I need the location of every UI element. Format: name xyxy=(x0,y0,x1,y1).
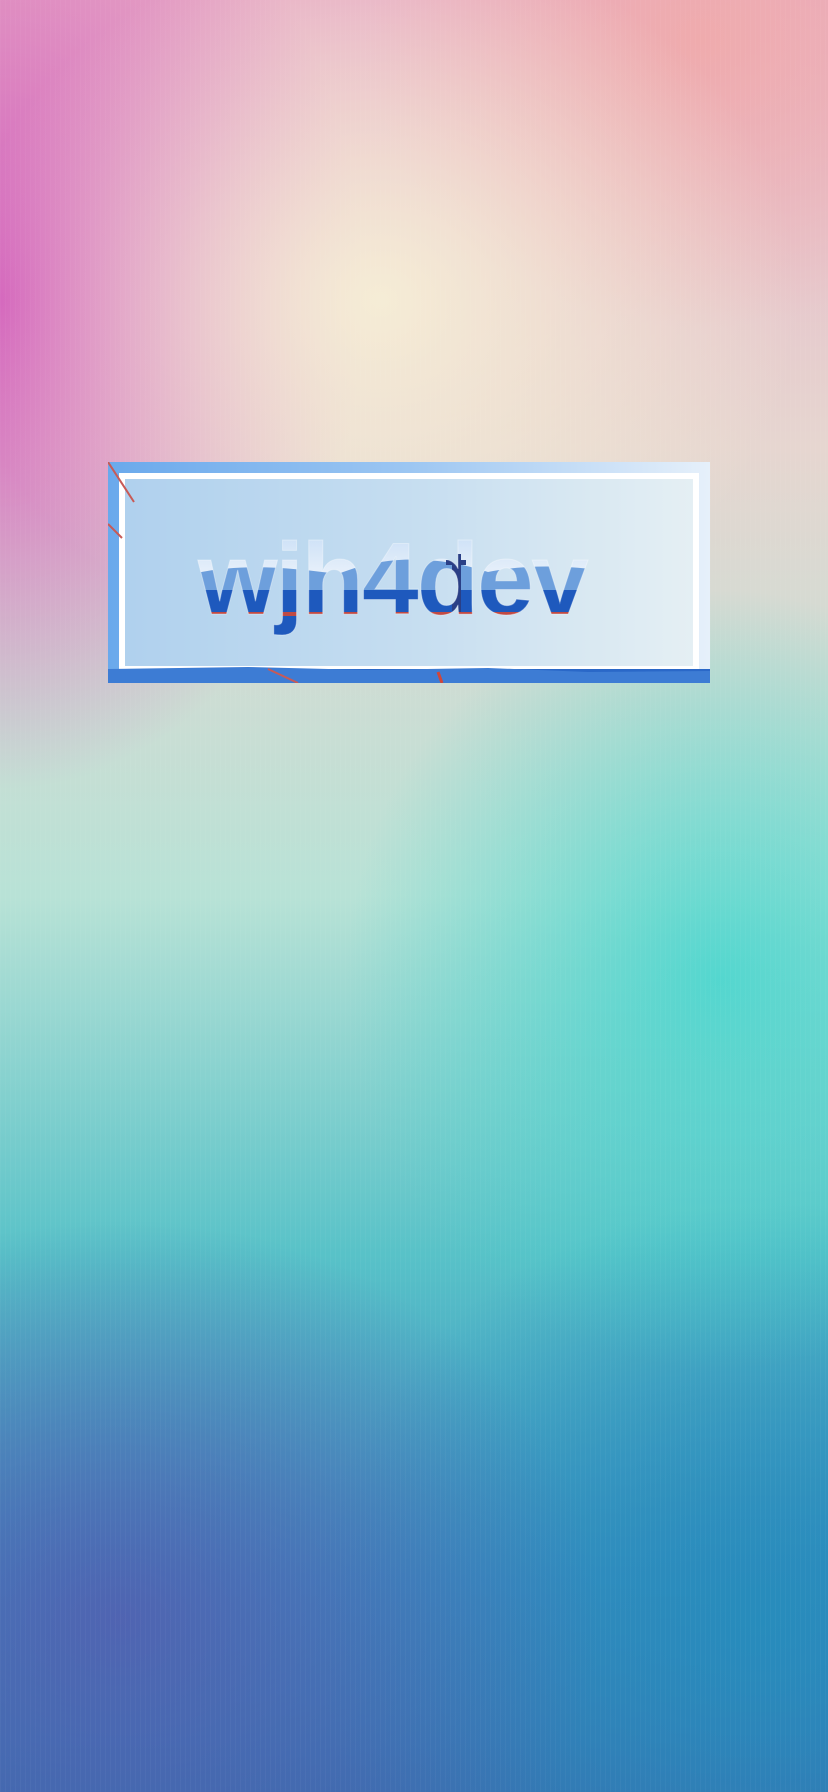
logo-graphic: wjh4dev wjh4dev xyxy=(108,462,710,683)
wallpaper-background xyxy=(0,0,828,1792)
logo-card: wjh4dev wjh4dev xyxy=(108,462,710,683)
svg-text:wjh4dev: wjh4dev xyxy=(197,522,589,636)
